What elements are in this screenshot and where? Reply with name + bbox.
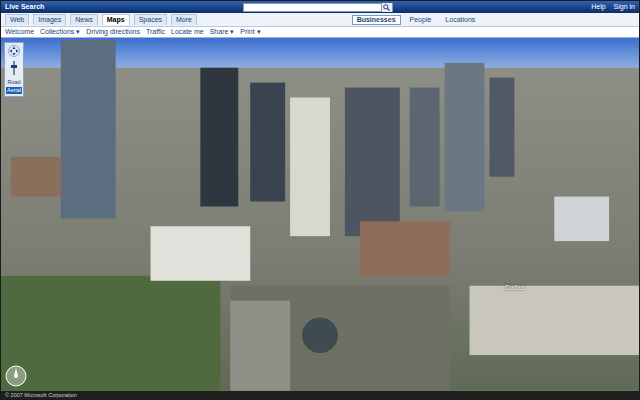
compass-icon[interactable]: [5, 365, 27, 387]
tab-row: Web Images News Maps Spaces More Businesses Peo…: [1, 13, 639, 27]
toolbar-item[interactable]: Locate me: [171, 28, 210, 36]
tab-strip: Web Images News Maps Spaces More: [5, 14, 197, 25]
toolbar-item[interactable]: Collections ▾: [40, 28, 86, 36]
toolbar: WelcomeCollections ▾Driving directionsTr…: [1, 27, 639, 38]
copyright-text: © 2007 Microsoft Corporation: [5, 392, 77, 398]
map-navigation-control: Road Aerial: [4, 42, 24, 97]
zoom-slider-icon[interactable]: [10, 59, 18, 77]
toolbar-item[interactable]: Traffic: [146, 28, 171, 36]
search-tab[interactable]: News: [70, 14, 98, 25]
scope-button[interactable]: People: [405, 15, 437, 25]
title-bar: Live Search Help Sign in: [1, 1, 639, 13]
app-window: Live Search Help Sign in Web Images News Maps…: [0, 0, 640, 400]
toolbar-item[interactable]: Welcome: [5, 28, 40, 36]
search-tab[interactable]: More: [171, 14, 197, 25]
header-links: Help Sign in: [591, 3, 635, 11]
scope-button[interactable]: Locations: [440, 15, 480, 25]
city-label: Dallas: [505, 284, 524, 291]
search-field: [243, 3, 393, 12]
map-label-layer: Dallas: [503, 284, 526, 292]
toolbar-item[interactable]: Share ▾: [210, 28, 241, 36]
search-tab[interactable]: Images: [33, 14, 66, 25]
map-style-button[interactable]: Road: [6, 79, 21, 85]
app-title: Live Search: [5, 3, 44, 11]
search-tab[interactable]: Spaces: [134, 14, 167, 25]
search-input[interactable]: [244, 4, 381, 11]
magnifier-icon: [383, 4, 390, 11]
toolbar-item[interactable]: Driving directions: [86, 28, 146, 36]
pan-arrows-icon[interactable]: [8, 45, 20, 57]
scope-button[interactable]: Businesses: [352, 15, 401, 25]
header-link[interactable]: Help: [591, 3, 605, 11]
search-button[interactable]: [381, 3, 392, 12]
search-tab[interactable]: Web: [5, 14, 29, 25]
map-view[interactable]: Road Aerial Dallas: [1, 38, 639, 391]
search-scope: Businesses PeopleLocations: [352, 15, 481, 25]
search-tab[interactable]: Maps: [102, 14, 130, 25]
header-link[interactable]: Sign in: [614, 3, 635, 11]
aerial-photo: [1, 38, 639, 391]
map-style-button[interactable]: Aerial: [6, 87, 22, 93]
toolbar-item[interactable]: Print ▾: [240, 28, 266, 36]
status-bar: © 2007 Microsoft Corporation: [1, 391, 639, 399]
